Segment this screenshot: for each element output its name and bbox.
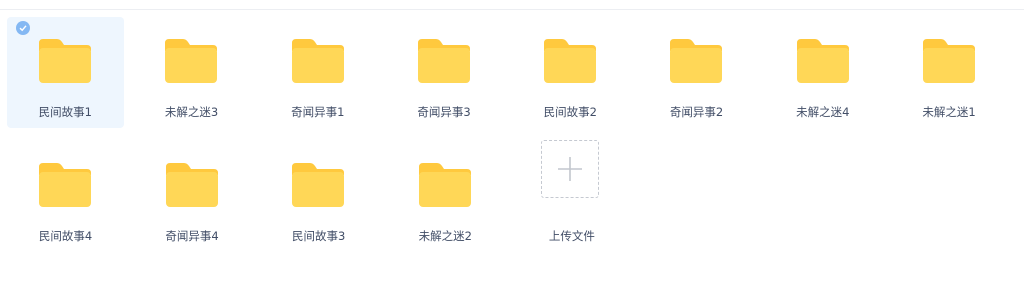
upload-dropzone[interactable] <box>541 140 600 198</box>
folder-label: 民间故事3 <box>292 229 346 243</box>
folder-icon <box>291 39 344 83</box>
folder-item[interactable]: 未解之迷4 <box>765 17 882 128</box>
folder-icon <box>418 163 471 207</box>
folder-label: 民间故事1 <box>38 105 92 119</box>
folder-label: 未解之迷4 <box>796 105 850 119</box>
folder-label: 奇闻异事4 <box>165 229 219 243</box>
folder-icon <box>165 39 218 83</box>
folder-item[interactable]: 未解之迷1 <box>891 17 1008 128</box>
file-row-2: 民间故事4 奇闻异事4 民间故事3 未解之迷2 上传文件 <box>7 140 1017 265</box>
folder-label: 奇闻异事1 <box>291 105 345 119</box>
folder-icon <box>165 163 218 207</box>
folder-label: 未解之迷1 <box>922 105 976 119</box>
folder-icon <box>417 39 470 83</box>
folder-icon <box>39 163 91 207</box>
folder-item[interactable]: 未解之迷2 <box>387 141 504 252</box>
folder-label: 奇闻异事3 <box>417 105 471 119</box>
folder-icon <box>670 39 723 83</box>
folder-item[interactable]: 奇闻异事4 <box>134 141 251 252</box>
folder-icon <box>292 163 345 207</box>
folder-item[interactable]: 民间故事3 <box>260 141 377 252</box>
upload-file-button[interactable]: 上传文件 <box>513 140 630 252</box>
folder-icon <box>39 39 91 83</box>
folder-icon <box>544 39 596 83</box>
plus-icon <box>558 157 583 181</box>
folder-item[interactable]: 奇闻异事2 <box>638 17 755 128</box>
file-grid: 民间故事1 未解之迷3 奇闻异事1 奇闻异事3 民间故事2 奇闻异事2 未解之迷… <box>7 17 1017 265</box>
folder-item[interactable]: 奇闻异事1 <box>260 17 377 128</box>
selected-check-icon[interactable] <box>16 21 30 35</box>
folder-label: 民间故事4 <box>38 229 93 243</box>
folder-item[interactable]: 民间故事4 <box>7 141 124 252</box>
folder-item[interactable]: 民间故事1 <box>7 17 124 128</box>
folder-label: 奇闻异事2 <box>669 105 724 119</box>
file-row-1: 民间故事1 未解之迷3 奇闻异事1 奇闻异事3 民间故事2 奇闻异事2 未解之迷… <box>7 17 1017 141</box>
folder-label: 民间故事2 <box>543 105 597 119</box>
folder-icon <box>922 39 975 83</box>
folder-item[interactable]: 未解之迷3 <box>133 17 250 128</box>
folder-label: 未解之迷3 <box>164 105 219 119</box>
folder-label: 未解之迷2 <box>418 229 472 243</box>
upload-label: 上传文件 <box>548 229 595 243</box>
folder-item[interactable]: 奇闻异事3 <box>386 17 503 128</box>
folder-icon <box>796 39 849 83</box>
folder-item[interactable]: 民间故事2 <box>512 17 629 128</box>
top-divider <box>0 9 1024 10</box>
